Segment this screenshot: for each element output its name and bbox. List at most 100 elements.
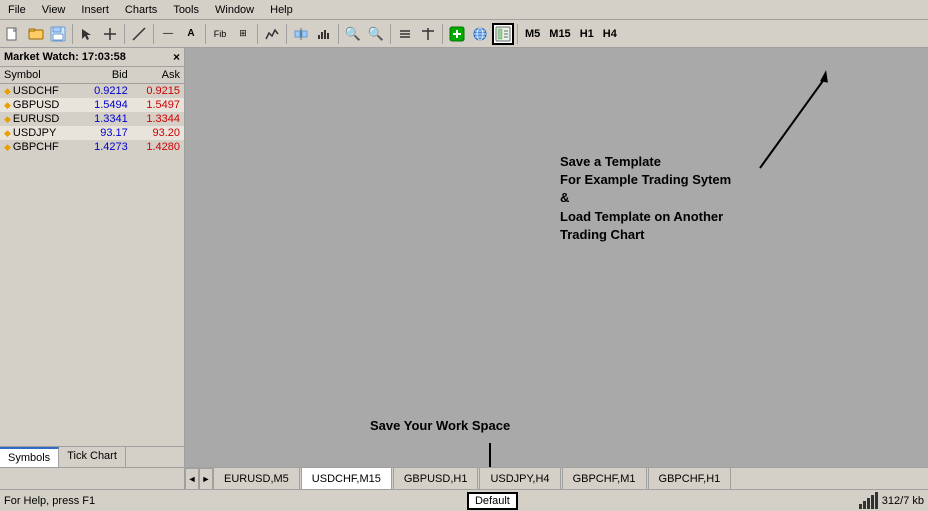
table-row[interactable]: ◆USDCHF 0.9212 0.9215 bbox=[0, 84, 184, 99]
menu-tools[interactable]: Tools bbox=[165, 2, 207, 18]
template-annotation-text: Save a Template For Example Trading Syte… bbox=[560, 153, 731, 244]
bar1 bbox=[859, 504, 862, 509]
tab-scroll-right[interactable]: ► bbox=[199, 468, 213, 490]
bid-cell: 1.5494 bbox=[80, 98, 132, 112]
arrow-cursor-button[interactable] bbox=[76, 23, 98, 45]
tools2-button[interactable]: ⊞ bbox=[232, 23, 254, 45]
main-layout: Market Watch: 17:03:58 × Symbol Bid Ask … bbox=[0, 48, 928, 467]
anno-line5: Trading Chart bbox=[560, 226, 731, 244]
sidebar-spacer bbox=[0, 468, 185, 489]
workspace-annotation: Save Your Work Space bbox=[370, 418, 510, 433]
sep1 bbox=[72, 24, 73, 44]
template-button[interactable] bbox=[492, 23, 514, 45]
statusbar: For Help, press F1 Default 312/7 kb bbox=[0, 489, 928, 511]
bid-cell: 1.3341 bbox=[80, 112, 132, 126]
zoomin-button[interactable]: 🔍 bbox=[342, 23, 364, 45]
help-text: For Help, press F1 bbox=[4, 495, 329, 507]
properties-button1[interactable] bbox=[394, 23, 416, 45]
bid-cell: 0.9212 bbox=[80, 84, 132, 99]
bid-cell: 93.17 bbox=[80, 126, 132, 140]
hline-button[interactable]: — bbox=[157, 23, 179, 45]
save-button[interactable] bbox=[47, 23, 69, 45]
tab-symbols[interactable]: Symbols bbox=[0, 447, 59, 467]
new-chart-button[interactable] bbox=[2, 23, 24, 45]
chart-tab[interactable]: GBPUSD,H1 bbox=[393, 468, 479, 489]
symbol-cell: ◆EURUSD bbox=[0, 112, 80, 126]
anno-line3: & bbox=[560, 189, 731, 207]
indicators-button[interactable] bbox=[261, 23, 283, 45]
symbol-icon: ◆ bbox=[4, 128, 11, 138]
m15-button[interactable]: M15 bbox=[545, 23, 574, 45]
bar2 bbox=[863, 501, 866, 509]
ask-cell: 93.20 bbox=[132, 126, 184, 140]
line-tool-button[interactable] bbox=[128, 23, 150, 45]
chart-type-button[interactable] bbox=[313, 23, 335, 45]
symbol-cell: ◆USDJPY bbox=[0, 126, 80, 140]
ask-cell: 1.4280 bbox=[132, 140, 184, 154]
chart-tab[interactable]: GBPCHF,H1 bbox=[648, 468, 732, 489]
symbol-cell: ◆USDCHF bbox=[0, 84, 80, 99]
sep2 bbox=[124, 24, 125, 44]
market-watch-panel: Market Watch: 17:03:58 × Symbol Bid Ask … bbox=[0, 48, 184, 446]
market-watch-close[interactable]: × bbox=[173, 50, 180, 64]
chart-tab[interactable]: USDJPY,H4 bbox=[479, 468, 560, 489]
fib-button[interactable]: Fib bbox=[209, 23, 231, 45]
chart-tab[interactable]: EURUSD,M5 bbox=[213, 468, 300, 489]
m5-button[interactable]: M5 bbox=[521, 23, 544, 45]
tab-scroll-left[interactable]: ◄ bbox=[185, 468, 199, 490]
menu-view[interactable]: View bbox=[34, 2, 74, 18]
chart-tabs-row: ◄ ► EURUSD,M5USDCHF,M15GBPUSD,H1USDJPY,H… bbox=[0, 467, 928, 489]
chart-tabs-container: EURUSD,M5USDCHF,M15GBPUSD,H1USDJPY,H4GBP… bbox=[213, 468, 928, 489]
col-symbol: Symbol bbox=[0, 67, 80, 84]
properties-button2[interactable] bbox=[417, 23, 439, 45]
zoomout-button[interactable]: 🔍 bbox=[365, 23, 387, 45]
tabs-scroll-left: ◄ ► bbox=[185, 468, 213, 489]
status-right: 312/7 kb bbox=[859, 492, 924, 509]
menu-file[interactable]: File bbox=[0, 2, 34, 18]
symbol-cell: ◆GBPCHF bbox=[0, 140, 80, 154]
crosshair-button[interactable] bbox=[99, 23, 121, 45]
toolbar: — A Fib ⊞ 🔍 🔍 bbox=[0, 20, 928, 48]
bid-cell: 1.4273 bbox=[80, 140, 132, 154]
market-watch-header: Market Watch: 17:03:58 × bbox=[0, 48, 184, 67]
anno-line2: For Example Trading Sytem bbox=[560, 171, 731, 189]
bar5 bbox=[875, 492, 878, 509]
anno-line4: Load Template on Another bbox=[560, 208, 731, 226]
symbol-icon: ◆ bbox=[4, 86, 11, 96]
ask-cell: 0.9215 bbox=[132, 84, 184, 99]
h1-button[interactable]: H1 bbox=[576, 23, 598, 45]
menu-window[interactable]: Window bbox=[207, 2, 262, 18]
h4-button[interactable]: H4 bbox=[599, 23, 621, 45]
chart-tab[interactable]: USDCHF,M15 bbox=[301, 468, 392, 489]
chart-tab[interactable]: GBPCHF,M1 bbox=[562, 468, 647, 489]
market-watch-table: Symbol Bid Ask ◆USDCHF 0.9212 0.9215 ◆GB… bbox=[0, 67, 184, 154]
bar3 bbox=[867, 498, 870, 509]
symbol-icon: ◆ bbox=[4, 142, 11, 152]
menu-insert[interactable]: Insert bbox=[73, 2, 117, 18]
bar4 bbox=[871, 495, 874, 509]
sep3 bbox=[153, 24, 154, 44]
browser-button[interactable] bbox=[469, 23, 491, 45]
template-annotation: Save a Template For Example Trading Syte… bbox=[560, 153, 731, 244]
tab-tick-chart[interactable]: Tick Chart bbox=[59, 447, 126, 467]
sep8 bbox=[390, 24, 391, 44]
ask-cell: 1.5497 bbox=[132, 98, 184, 112]
sep9 bbox=[442, 24, 443, 44]
table-row[interactable]: ◆USDJPY 93.17 93.20 bbox=[0, 126, 184, 140]
table-row[interactable]: ◆GBPUSD 1.5494 1.5497 bbox=[0, 98, 184, 112]
col-bid: Bid bbox=[80, 67, 132, 84]
table-row[interactable]: ◆EURUSD 1.3341 1.3344 bbox=[0, 112, 184, 126]
table-row[interactable]: ◆GBPCHF 1.4273 1.4280 bbox=[0, 140, 184, 154]
profile-name: Default bbox=[467, 492, 518, 510]
sep6 bbox=[286, 24, 287, 44]
sidebar-tabs: Symbols Tick Chart bbox=[0, 446, 184, 467]
period-sep-button[interactable] bbox=[290, 23, 312, 45]
add-indicator-button[interactable] bbox=[446, 23, 468, 45]
menu-charts[interactable]: Charts bbox=[117, 2, 165, 18]
menubar: File View Insert Charts Tools Window Hel… bbox=[0, 0, 928, 20]
ask-cell: 1.3344 bbox=[132, 112, 184, 126]
text-button[interactable]: A bbox=[180, 23, 202, 45]
chart-area[interactable]: Save a Template For Example Trading Syte… bbox=[185, 48, 928, 467]
menu-help[interactable]: Help bbox=[262, 2, 301, 18]
open-button[interactable] bbox=[25, 23, 47, 45]
